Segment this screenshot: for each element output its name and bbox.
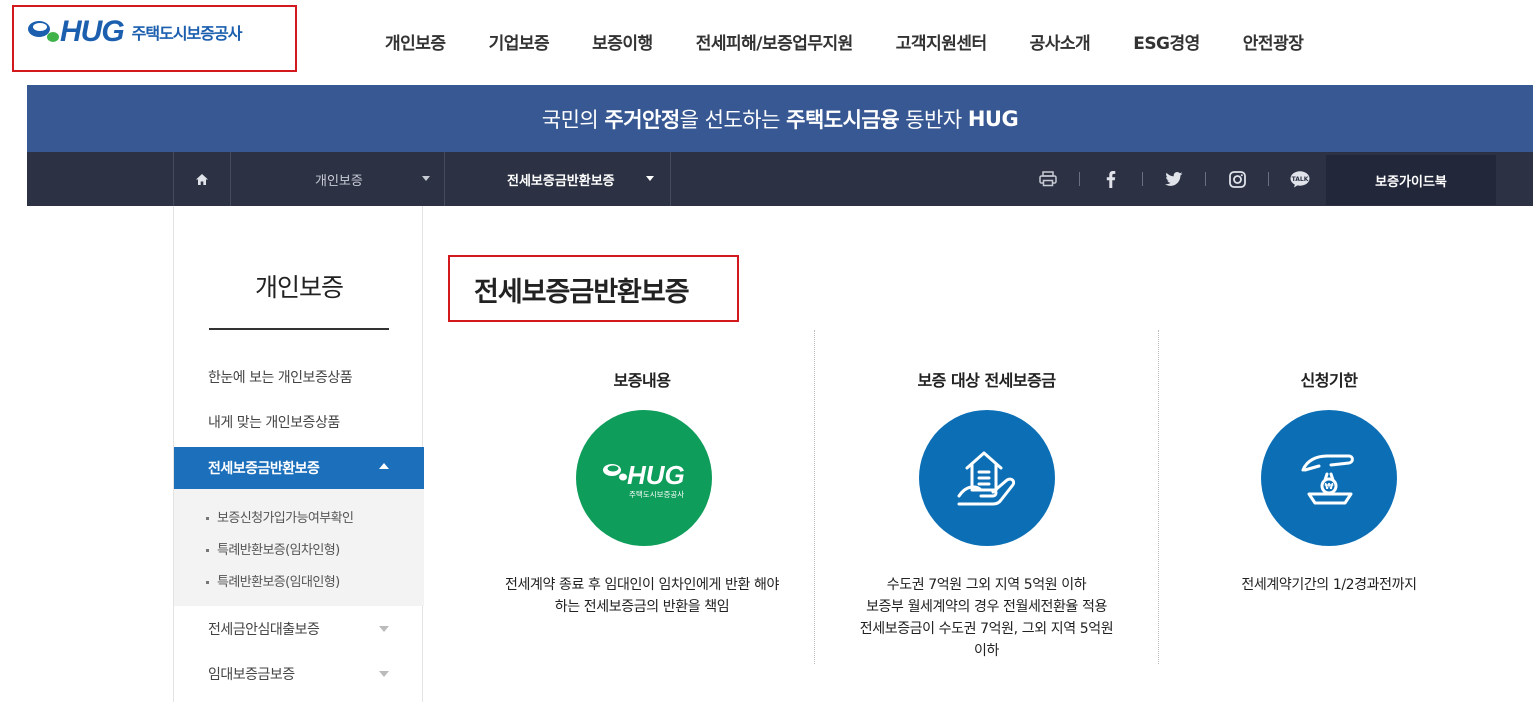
slogan-text-2: 을 선도하는 (679, 107, 787, 132)
sidebar-item-label: 전세금안심대출보증 (208, 622, 320, 638)
nav-item-guarantee-fulfillment[interactable]: 보증이행 (592, 29, 653, 54)
slogan-text-3: 동반자 (899, 107, 968, 132)
description-line: 이하 (974, 643, 999, 659)
logo-text: HUG (60, 15, 125, 48)
slogan-bold-2: 주택도시금융 (786, 107, 900, 132)
facebook-icon[interactable] (1098, 168, 1124, 190)
divider (1205, 172, 1206, 186)
share-tools: TALK (1035, 168, 1313, 190)
chevron-down-icon (422, 176, 430, 181)
sidebar-item-rental-deposit[interactable]: 임대보증금보증 (174, 654, 424, 694)
site-logo[interactable]: HUG 주택도시보증공사 (26, 12, 243, 52)
page-title: 전세보증금반환보증 (474, 277, 690, 308)
description-line: 하는 전세보증금의 반환을 책임 (554, 599, 730, 615)
logo-korean-text: 주택도시보증공사 (131, 24, 243, 43)
hug-logo-korean: 주택도시보증공사 (629, 489, 684, 499)
house-in-hand-icon (957, 451, 1016, 506)
divider (1142, 172, 1143, 186)
nav-item-jeonse-damage-support[interactable]: 전세피해/보증업무지원 (696, 29, 854, 54)
sidebar-item-jeonse-return[interactable]: 전세보증금반환보증 (174, 447, 424, 489)
submenu-item-special-landlord[interactable]: 특례반환보증(임대인형) (206, 571, 340, 590)
instagram-icon[interactable] (1224, 168, 1250, 190)
twitter-icon[interactable] (1161, 168, 1187, 190)
column-heading: 보증내용 (613, 371, 671, 390)
sidebar-title-underline (209, 328, 389, 330)
hand-money-icon: ₩ (1301, 454, 1354, 505)
sidebar-item-label: 한눈에 보는 개인보증상품 (208, 370, 353, 386)
location-bar: 개인보증 전세보증금반환보증 TALK 보증가이드북 (27, 152, 1533, 206)
info-column-coverage: 보증내용 HUG 주택도시보증공사 전세계약 종료 후 임대인이 임차인에게 반… (470, 330, 814, 664)
column-heading: 보증 대상 전세보증금 (917, 371, 1056, 390)
nav-item-esg[interactable]: ESG경영 (1133, 29, 1200, 54)
hug-logo-icon (26, 17, 62, 47)
sidebar-title: 개인보증 (254, 273, 344, 302)
sidebar-item-recommend[interactable]: 내게 맞는 개인보증상품 (174, 402, 424, 442)
home-button[interactable] (173, 152, 231, 206)
description-line: 전세계약 종료 후 임대인이 임차인에게 반환 해야 (505, 577, 779, 593)
description-line: 전세보증금이 수도권 7억원, 그외 지역 5억원 (859, 621, 1114, 637)
slogan-bold-1: 주거안정 (604, 107, 680, 132)
hug-logo-text: HUG (627, 460, 685, 490)
description-line: 전세계약기간의 1/2경과전까지 (1241, 577, 1417, 593)
guidebook-button[interactable]: 보증가이드북 (1326, 155, 1496, 205)
hug-logo-circle: HUG 주택도시보증공사 (576, 410, 712, 546)
money-tray-circle: ₩ (1261, 410, 1397, 546)
chevron-down-icon (379, 671, 389, 677)
global-nav: 개인보증 기업보증 보증이행 전세피해/보증업무지원 고객지원센터 공사소개 E… (385, 29, 1346, 54)
sidebar-submenu: 보증신청가입가능여부확인 특례반환보증(임차인형) 특례반환보증(임대인형) (174, 489, 424, 606)
column-heading: 신청기한 (1300, 371, 1358, 390)
site-header: HUG 주택도시보증공사 개인보증 기업보증 보증이행 전세피해/보증업무지원 … (0, 0, 1533, 85)
svg-text:TALK: TALK (1292, 176, 1309, 183)
sidebar-item-overview[interactable]: 한눈에 보는 개인보증상품 (174, 357, 424, 397)
divider (1268, 172, 1269, 186)
breadcrumb-dropdown-2[interactable]: 전세보증금반환보증 (445, 152, 671, 206)
hug-logo-icon: HUG 주택도시보증공사 (603, 460, 685, 499)
sidebar-item-label: 전세보증금반환보증 (208, 461, 320, 477)
nav-item-customer-center[interactable]: 고객지원센터 (896, 29, 987, 54)
home-icon (196, 173, 208, 185)
breadcrumb-dropdown-1-label: 개인보증 (315, 173, 363, 189)
kakaotalk-icon[interactable]: TALK (1287, 168, 1313, 190)
chevron-up-icon (379, 463, 389, 469)
info-column-deadline: 신청기한 ₩ 전세계약기간의 1/2경과전까지 (1159, 330, 1499, 664)
house-hand-circle (919, 410, 1055, 546)
nav-item-safety[interactable]: 안전광장 (1243, 29, 1304, 54)
nav-item-corporate-guarantee[interactable]: 기업보증 (489, 29, 550, 54)
breadcrumb-dropdown-1[interactable]: 개인보증 (231, 152, 445, 206)
nav-item-about[interactable]: 공사소개 (1030, 29, 1091, 54)
divider (1079, 172, 1080, 186)
info-column-target-deposit: 보증 대상 전세보증금 수도권 7억원 그외 지역 5억원 이하 보증부 월세계… (815, 330, 1158, 664)
column-description: 전세계약 종료 후 임대인이 임차인에게 반환 해야 하는 전세보증금의 반환을… (470, 574, 814, 618)
breadcrumb-dropdown-2-label: 전세보증금반환보증 (507, 173, 615, 189)
sidebar-item-label: 내게 맞는 개인보증상품 (208, 415, 340, 431)
submenu-item-eligibility-check[interactable]: 보증신청가입가능여부확인 (206, 507, 354, 526)
column-description: 전세계약기간의 1/2경과전까지 (1159, 574, 1499, 596)
column-description: 수도권 7억원 그외 지역 5억원 이하 보증부 월세계약의 경우 전월세전환율… (815, 574, 1158, 662)
sidebar-item-jeonse-loan[interactable]: 전세금안심대출보증 (174, 609, 424, 649)
slogan-text-1: 국민의 (541, 107, 605, 132)
print-icon[interactable] (1035, 168, 1061, 190)
svg-text:₩: ₩ (1325, 482, 1334, 491)
submenu-item-special-tenant[interactable]: 특례반환보증(임차인형) (206, 539, 340, 558)
left-sidebar: 개인보증 한눈에 보는 개인보증상품 내게 맞는 개인보증상품 전세보증금반환보… (173, 206, 424, 702)
chevron-down-icon (379, 626, 389, 632)
slogan-bold-3: HUG (967, 106, 1019, 131)
description-line: 수도권 7억원 그외 지역 5억원 이하 (886, 577, 1087, 593)
description-line: 보증부 월세계약의 경우 전월세전환율 적용 (866, 599, 1107, 615)
nav-item-personal-guarantee[interactable]: 개인보증 (385, 29, 446, 54)
chevron-down-icon (646, 176, 654, 181)
slogan-banner: 국민의 주거안정 을 선도하는 주택도시금융 동반자 HUG (27, 85, 1533, 152)
sidebar-item-label: 임대보증금보증 (208, 667, 295, 683)
